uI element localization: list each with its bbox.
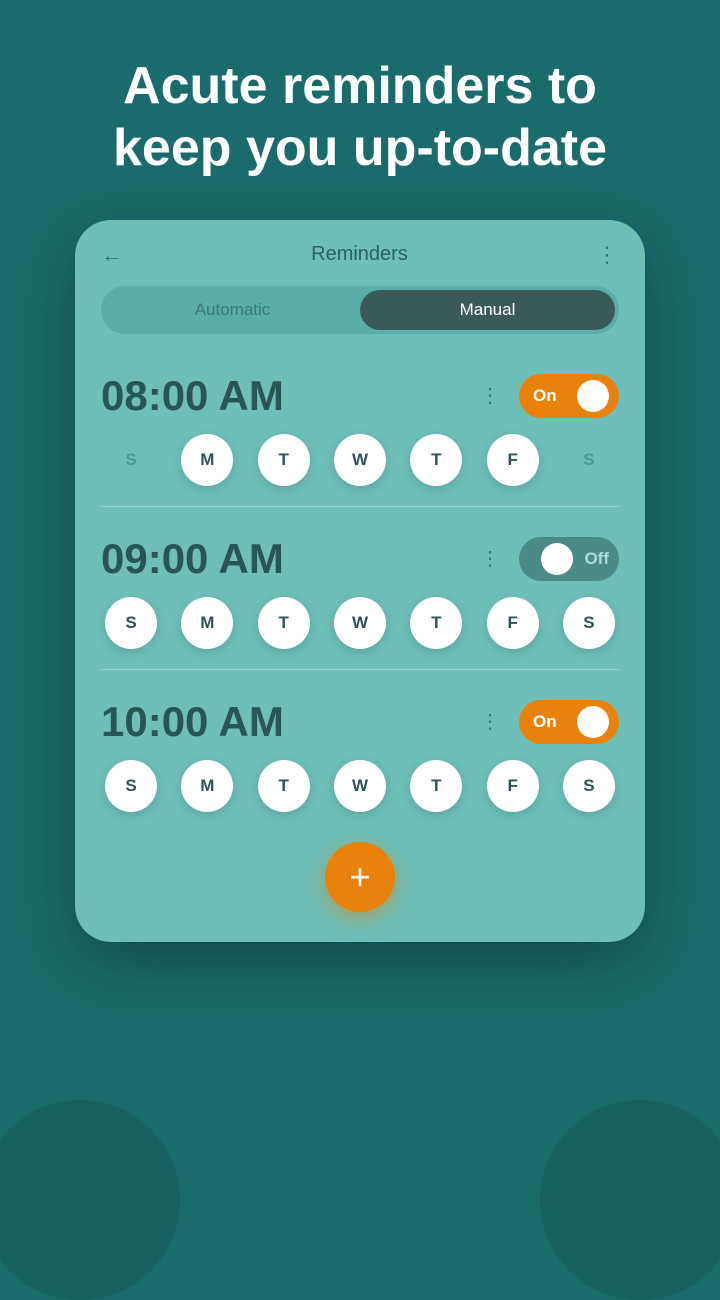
reminder-3-menu[interactable]: ⋮ [480,709,501,734]
headline: Acute reminders to keep you up-to-date [0,0,720,220]
background-blobs [0,1100,720,1280]
reminder-2-toggle-label: Off [584,549,609,569]
reminder-3-header: 10:00 AM ⋮ On [101,698,619,746]
reminder-3-actions: ⋮ On [480,700,619,744]
reminder-1-toggle[interactable]: On [519,374,619,418]
back-button[interactable]: ← [101,242,123,268]
reminder-1-time: 08:00 AM [101,372,284,420]
tab-manual[interactable]: Manual [360,290,615,330]
reminder-3: 10:00 AM ⋮ On S M T W T F S [75,680,645,822]
day-circle[interactable]: T [410,434,462,486]
add-reminder-button[interactable]: + [325,842,395,912]
day-circle[interactable]: T [410,760,462,812]
reminder-2-menu[interactable]: ⋮ [480,546,501,571]
day-circle[interactable]: S [105,434,157,486]
day-circle[interactable]: W [334,597,386,649]
reminder-1-actions: ⋮ On [480,374,619,418]
divider-2 [101,669,619,670]
day-circle[interactable]: F [487,434,539,486]
reminder-3-time: 10:00 AM [101,698,284,746]
day-circle[interactable]: M [181,597,233,649]
day-circle[interactable]: W [334,434,386,486]
day-circle[interactable]: T [258,434,310,486]
reminder-2-toggle[interactable]: Off [519,537,619,581]
reminder-3-toggle[interactable]: On [519,700,619,744]
day-circle[interactable]: S [105,760,157,812]
reminder-2-time: 09:00 AM [101,535,284,583]
app-header: ← Reminders ⋮ [75,220,645,286]
reminder-1-toggle-label: On [533,386,557,406]
reminder-1: 08:00 AM ⋮ On S M T W T F S [75,354,645,496]
more-menu-button[interactable]: ⋮ [596,242,619,268]
tab-automatic[interactable]: Automatic [105,290,360,330]
reminder-3-toggle-knob [577,706,609,738]
reminder-2-actions: ⋮ Off [480,537,619,581]
day-circle[interactable]: M [181,434,233,486]
day-circle[interactable]: S [105,597,157,649]
page-title: Reminders [311,243,408,266]
day-circle[interactable]: S [563,434,615,486]
day-circle[interactable]: T [410,597,462,649]
day-circle[interactable]: F [487,597,539,649]
reminder-3-days: S M T W T F S [101,760,619,812]
day-circle[interactable]: M [181,760,233,812]
divider-1 [101,506,619,507]
blob-right [540,1100,720,1300]
day-circle[interactable]: S [563,597,615,649]
reminder-1-menu[interactable]: ⋮ [480,383,501,408]
day-circle[interactable]: T [258,760,310,812]
reminder-2-days: S M T W T F S [101,597,619,649]
tab-bar: Automatic Manual [101,286,619,334]
day-circle[interactable]: T [258,597,310,649]
reminder-2-toggle-knob [541,543,573,575]
day-circle[interactable]: S [563,760,615,812]
day-circle[interactable]: F [487,760,539,812]
phone-card: ← Reminders ⋮ Automatic Manual 08:00 AM … [75,220,645,942]
reminder-1-header: 08:00 AM ⋮ On [101,372,619,420]
reminder-1-days: S M T W T F S [101,434,619,486]
day-circle[interactable]: W [334,760,386,812]
reminder-2: 09:00 AM ⋮ Off S M T W T F S [75,517,645,659]
reminder-2-header: 09:00 AM ⋮ Off [101,535,619,583]
blob-left [0,1100,180,1300]
reminder-1-toggle-knob [577,380,609,412]
reminder-3-toggle-label: On [533,712,557,732]
